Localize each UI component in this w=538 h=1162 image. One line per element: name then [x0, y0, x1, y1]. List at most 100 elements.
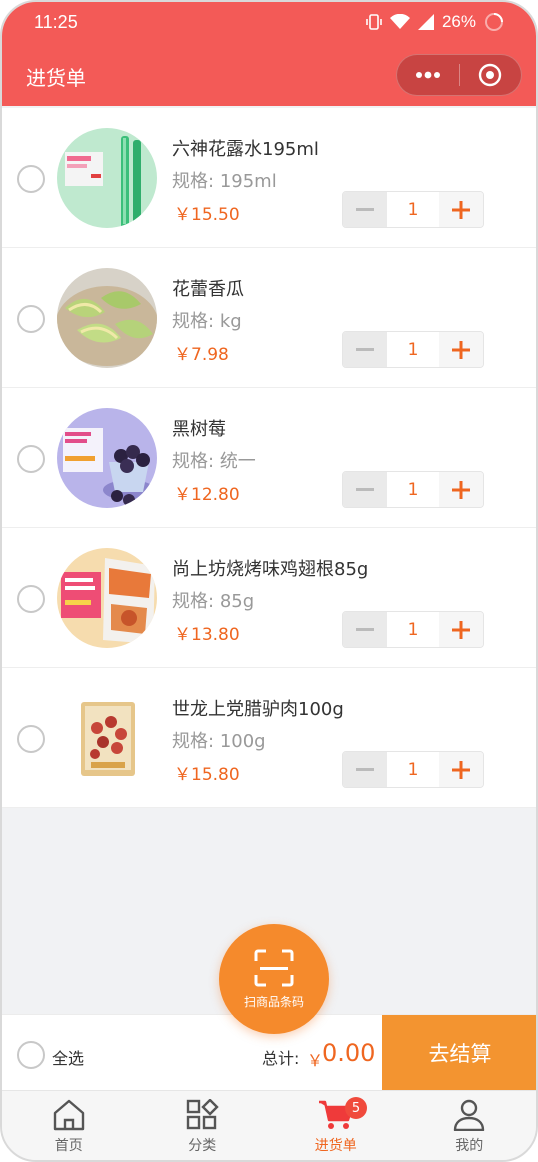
- cart-badge: 5: [345, 1097, 367, 1119]
- user-icon: [454, 1099, 485, 1131]
- decrease-button[interactable]: [343, 752, 387, 787]
- category-icon: [187, 1099, 219, 1130]
- product-name[interactable]: 尚上坊烧烤味鸡翅根85g: [172, 555, 368, 581]
- select-radio[interactable]: [17, 725, 45, 753]
- scan-label: 扫商品条码: [243, 994, 304, 1009]
- navbar: 进货单: [2, 46, 536, 106]
- list-item: 世龙上党腊驴肉100g 规格: 100g ￥15.80 1: [2, 668, 536, 808]
- product-spec: 规格: 100g: [172, 727, 266, 753]
- product-name[interactable]: 六神花露水195ml: [172, 135, 319, 161]
- minus-icon: [356, 347, 374, 351]
- scan-icon: [254, 949, 294, 986]
- increase-button[interactable]: [439, 472, 483, 507]
- product-spec: 规格: kg: [172, 307, 242, 333]
- increase-button[interactable]: [439, 192, 483, 227]
- select-radio[interactable]: [17, 445, 45, 473]
- total-label: 总计:: [262, 1049, 300, 1068]
- spec-value: 195ml: [219, 171, 277, 192]
- tab-label: 首页: [54, 1138, 83, 1154]
- vibrate-icon: [366, 13, 382, 31]
- tab-home[interactable]: 首页: [2, 1091, 136, 1160]
- minus-icon: [356, 207, 374, 211]
- signal-icon: [417, 14, 434, 30]
- increase-button[interactable]: [439, 332, 483, 367]
- status-time: 11:25: [34, 12, 78, 32]
- loading-icon: [484, 12, 504, 32]
- minus-icon: [356, 487, 374, 491]
- checkout-button[interactable]: 去结算: [382, 1015, 536, 1091]
- quantity-stepper: 1: [342, 611, 484, 648]
- list-item: 花蕾香瓜 规格: kg ￥7.98 1: [2, 248, 536, 388]
- tab-cart[interactable]: 5 进货单: [269, 1091, 403, 1160]
- plus-icon: [452, 620, 470, 639]
- product-thumbnail[interactable]: [57, 128, 157, 228]
- quantity-value[interactable]: 1: [387, 752, 439, 787]
- minus-icon: [356, 767, 374, 771]
- select-radio[interactable]: [17, 305, 45, 333]
- plus-icon: [452, 340, 470, 359]
- home-icon: [53, 1099, 84, 1131]
- tab-category[interactable]: 分类: [136, 1091, 270, 1160]
- tab-label: 进货单: [314, 1138, 357, 1154]
- quantity-value[interactable]: 1: [387, 472, 439, 507]
- total-currency: ￥: [307, 1051, 324, 1070]
- tab-label: 我的: [455, 1138, 484, 1154]
- quantity-stepper: 1: [342, 191, 484, 228]
- spec-label: 规格:: [172, 171, 215, 192]
- tab-label: 分类: [188, 1138, 217, 1154]
- product-spec: 规格: 85g: [172, 587, 254, 613]
- product-thumbnail[interactable]: [57, 688, 157, 788]
- decrease-button[interactable]: [343, 332, 387, 367]
- more-button[interactable]: [397, 54, 459, 96]
- mini-program-capsule: [396, 54, 522, 96]
- product-price: ￥15.50: [174, 205, 240, 225]
- decrease-button[interactable]: [343, 472, 387, 507]
- plus-icon: [452, 200, 470, 219]
- product-name[interactable]: 世龙上党腊驴肉100g: [172, 695, 344, 721]
- product-name[interactable]: 黑树莓: [172, 415, 226, 441]
- spec-label: 规格:: [172, 731, 215, 752]
- product-thumbnail[interactable]: [57, 548, 157, 648]
- battery-text: 26%: [441, 12, 476, 31]
- list-item: 尚上坊烧烤味鸡翅根85g 规格: 85g ￥13.80 1: [2, 528, 536, 668]
- increase-button[interactable]: [439, 752, 483, 787]
- select-all-label[interactable]: 全选: [52, 1045, 84, 1069]
- tab-profile[interactable]: 我的: [403, 1091, 537, 1160]
- spec-value: 85g: [219, 591, 255, 612]
- wifi-icon: [389, 14, 410, 30]
- total-amount: 0.00: [322, 1039, 376, 1067]
- page-title: 进货单: [26, 66, 86, 90]
- quantity-value[interactable]: 1: [387, 192, 439, 227]
- product-price: ￥7.98: [174, 345, 229, 365]
- quantity-stepper: 1: [342, 471, 484, 508]
- decrease-button[interactable]: [343, 612, 387, 647]
- spec-label: 规格:: [172, 451, 215, 472]
- close-miniprogram-button[interactable]: [459, 54, 521, 96]
- list-item: 黑树莓 规格: 统一 ￥12.80 1: [2, 388, 536, 528]
- select-all-radio[interactable]: [17, 1041, 45, 1069]
- product-thumbnail[interactable]: [57, 268, 157, 368]
- select-radio[interactable]: [17, 165, 45, 193]
- target-close-icon: [479, 63, 502, 87]
- product-price: ￥15.80: [174, 765, 240, 785]
- product-name[interactable]: 花蕾香瓜: [172, 275, 244, 301]
- decrease-button[interactable]: [343, 192, 387, 227]
- product-spec: 规格: 195ml: [172, 167, 277, 193]
- quantity-value[interactable]: 1: [387, 612, 439, 647]
- more-dots-icon: [415, 71, 440, 79]
- list-item: 六神花露水195ml 规格: 195ml ￥15.50 1: [2, 108, 536, 248]
- minus-icon: [356, 627, 374, 631]
- increase-button[interactable]: [439, 612, 483, 647]
- scan-barcode-button[interactable]: 扫商品条码: [219, 924, 329, 1034]
- product-price: ￥12.80: [174, 485, 240, 505]
- quantity-stepper: 1: [342, 331, 484, 368]
- status-bar: 11:25 26%: [2, 2, 536, 46]
- spec-value: kg: [219, 311, 242, 332]
- select-radio[interactable]: [17, 585, 45, 613]
- quantity-stepper: 1: [342, 751, 484, 788]
- quantity-value[interactable]: 1: [387, 332, 439, 367]
- product-thumbnail[interactable]: [57, 408, 157, 508]
- spec-label: 规格:: [172, 311, 215, 332]
- tab-bar: 首页 分类 5 进货单 我的: [2, 1090, 537, 1160]
- spec-value: 100g: [219, 731, 266, 752]
